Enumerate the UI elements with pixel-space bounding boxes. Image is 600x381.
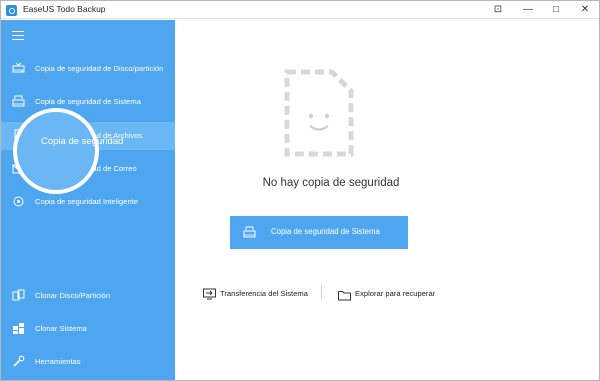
close-button[interactable]: ✕ (574, 2, 596, 18)
magnifier-label: Copia de seguridad (41, 136, 124, 147)
tools-icon (12, 355, 25, 368)
sidebar-item-clone-disk[interactable]: Clonar Disco/Partición (1, 282, 175, 310)
sidebar-item-smart-backup[interactable]: Copia de seguridad Inteligente (1, 188, 175, 216)
maximize-button[interactable]: □ (545, 2, 567, 18)
sidebar-item-label: Copia de seguridad Inteligente (35, 197, 139, 206)
disk-icon (12, 62, 25, 75)
system-icon (243, 226, 256, 239)
app-logo-icon (6, 5, 17, 16)
main-panel: No hay copia de seguridad Copia de segur… (175, 20, 599, 380)
sidebar-item-label: Clonar Disco/Partición (35, 291, 111, 300)
window-title: EaseUS Todo Backup (23, 4, 106, 14)
transfer-icon (203, 287, 216, 300)
system-backup-button[interactable]: Copia de seguridad de Sistema (230, 216, 408, 249)
app-window: EaseUS Todo Backup ⊡ — □ ✕ Copia de segu… (0, 0, 600, 381)
sidebar-item-label: Copia de seguridad de Disco/partición (35, 64, 164, 73)
sidebar-item-label: Copia de seguridad de Sistema (35, 97, 141, 106)
sidebar-item-label: Herramientas (35, 357, 81, 366)
sidebar-item-tools[interactable]: Herramientas (1, 348, 175, 376)
magnifier-highlight (13, 108, 99, 194)
hamburger-menu-icon[interactable] (12, 31, 24, 40)
system-transfer-label: Transferencia del Sistema (220, 289, 308, 298)
sidebar-item-label: Clonar Sistema (35, 324, 87, 333)
system-icon (12, 95, 25, 108)
clone-disk-icon (12, 289, 25, 302)
minimize-button[interactable]: — (517, 2, 539, 18)
sidebar-item-disk-backup[interactable]: Copia de seguridad de Disco/partición (1, 55, 175, 83)
title-bar: EaseUS Todo Backup ⊡ — □ ✕ (1, 1, 599, 19)
explore-recover-label: Explorar para recuperar (355, 289, 436, 298)
empty-state-text: No hay copia de seguridad (262, 177, 400, 189)
sidebar: Copia de seguridad de Disco/partición Co… (1, 20, 175, 380)
sidebar-item-clone-system[interactable]: Clonar Sistema (1, 315, 175, 343)
app-menu-button[interactable]: ⊡ (487, 2, 509, 18)
system-backup-button-label: Copia de seguridad de Sistema (271, 227, 380, 236)
smart-icon (12, 195, 25, 208)
empty-document-icon (284, 69, 354, 157)
folder-icon (338, 288, 351, 301)
link-divider (321, 285, 322, 299)
clone-system-icon (12, 322, 25, 335)
sidebar-item-system-backup[interactable]: Copia de seguridad de Sistema (1, 88, 175, 116)
